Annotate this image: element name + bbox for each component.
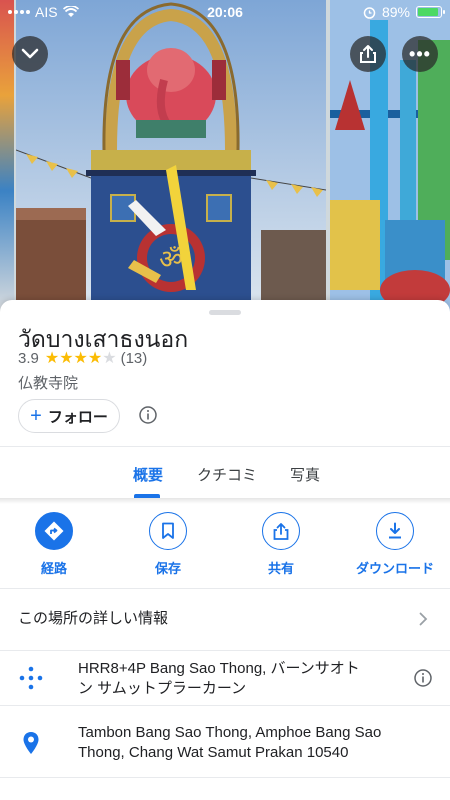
- review-count: (13): [120, 350, 148, 367]
- save-label: 保存: [154, 561, 181, 576]
- star-icon: ★: [59, 349, 74, 367]
- plus-code-line-1: HRR8+4P Bang Sao Thong, バーンサオト: [78, 660, 360, 677]
- divider: [0, 777, 450, 778]
- tab-reviews[interactable]: クチコミ: [197, 464, 257, 485]
- follow-button[interactable]: + フォロー: [18, 399, 120, 433]
- star-icon: ★: [73, 349, 88, 367]
- plus-code-row[interactable]: HRR8+4P Bang Sao Thong, バーンサオト ン サムットプラー…: [0, 650, 450, 705]
- place-sheet: วัดบางเสาธงนอก 3.9 ★ ★ ★ ★ ★ (13) 仏教寺院 +…: [0, 300, 450, 800]
- bookmark-icon: [162, 522, 174, 539]
- directions-icon-circle: [35, 512, 73, 550]
- more-horizontal-icon: •••: [409, 43, 431, 64]
- more-info-label: この場所の詳しい情報: [18, 610, 169, 627]
- download-icon-circle: [376, 512, 414, 550]
- directions-button[interactable]: 経路: [9, 512, 99, 577]
- tab-overview[interactable]: 概要: [133, 464, 163, 485]
- plus-icon: +: [30, 405, 42, 427]
- share-button[interactable]: 共有: [236, 512, 326, 577]
- address-row[interactable]: Tambon Bang Sao Thong, Amphoe Bang Sao T…: [0, 705, 450, 777]
- battery-level: [418, 8, 438, 16]
- directions-label: 経路: [40, 561, 67, 576]
- plus-code-icon: [19, 666, 43, 690]
- directions-icon: [44, 521, 64, 541]
- battery-icon: [416, 6, 445, 18]
- rating-stars: ★ ★ ★ ★ ★: [44, 349, 117, 367]
- place-category: 仏教寺院: [18, 375, 79, 392]
- follow-label: フォロー: [47, 408, 108, 426]
- sheet-handle[interactable]: [209, 310, 241, 315]
- plus-code-text: HRR8+4P Bang Sao Thong, バーンサオト ン サムットプラー…: [78, 659, 360, 699]
- rating-value: 3.9: [18, 350, 39, 367]
- tab-photos[interactable]: 写真: [290, 464, 320, 485]
- status-right: 89%: [363, 4, 445, 20]
- alarm-icon: [363, 6, 376, 19]
- tab-bar-shadow: [0, 498, 450, 504]
- rating-row[interactable]: 3.9 ★ ★ ★ ★ ★ (13): [18, 350, 147, 367]
- share-icon: [360, 45, 376, 63]
- download-label: ダウンロード: [355, 561, 434, 576]
- save-icon-circle: [149, 512, 187, 550]
- chevron-right-icon: [419, 612, 428, 626]
- download-button[interactable]: ダウンロード: [350, 512, 440, 577]
- address-text: Tambon Bang Sao Thong, Amphoe Bang Sao T…: [78, 723, 381, 763]
- star-icon: ★: [87, 349, 103, 367]
- more-options-button[interactable]: •••: [402, 36, 438, 72]
- more-info-row[interactable]: この場所の詳しい情報: [0, 588, 450, 650]
- share-icon: [273, 522, 289, 540]
- tab-bar: 概要 クチコミ 写真: [0, 446, 450, 498]
- star-empty-icon: ★: [102, 349, 117, 367]
- address-line-2: Thong, Chang Wat Samut Prakan 10540: [78, 744, 349, 761]
- status-bar: AIS 20:06 89%: [0, 0, 450, 24]
- photo-main[interactable]: ॐ: [16, 0, 326, 318]
- share-button-top[interactable]: [350, 36, 386, 72]
- share-icon-circle: [262, 512, 300, 550]
- address-line-1: Tambon Bang Sao Thong, Amphoe Bang Sao: [78, 724, 382, 741]
- info-icon[interactable]: [413, 668, 433, 688]
- download-icon: [389, 522, 401, 539]
- star-icon: ★: [44, 349, 60, 367]
- share-label: 共有: [267, 561, 294, 576]
- plus-code-line-2: ン サムットプラーカーン: [78, 680, 247, 697]
- save-button[interactable]: 保存: [123, 512, 213, 577]
- location-pin-icon: [23, 732, 39, 754]
- battery-percent: 89%: [381, 4, 410, 20]
- info-icon[interactable]: [138, 405, 158, 425]
- collapse-button[interactable]: [12, 36, 48, 72]
- chevron-down-icon: [21, 48, 39, 59]
